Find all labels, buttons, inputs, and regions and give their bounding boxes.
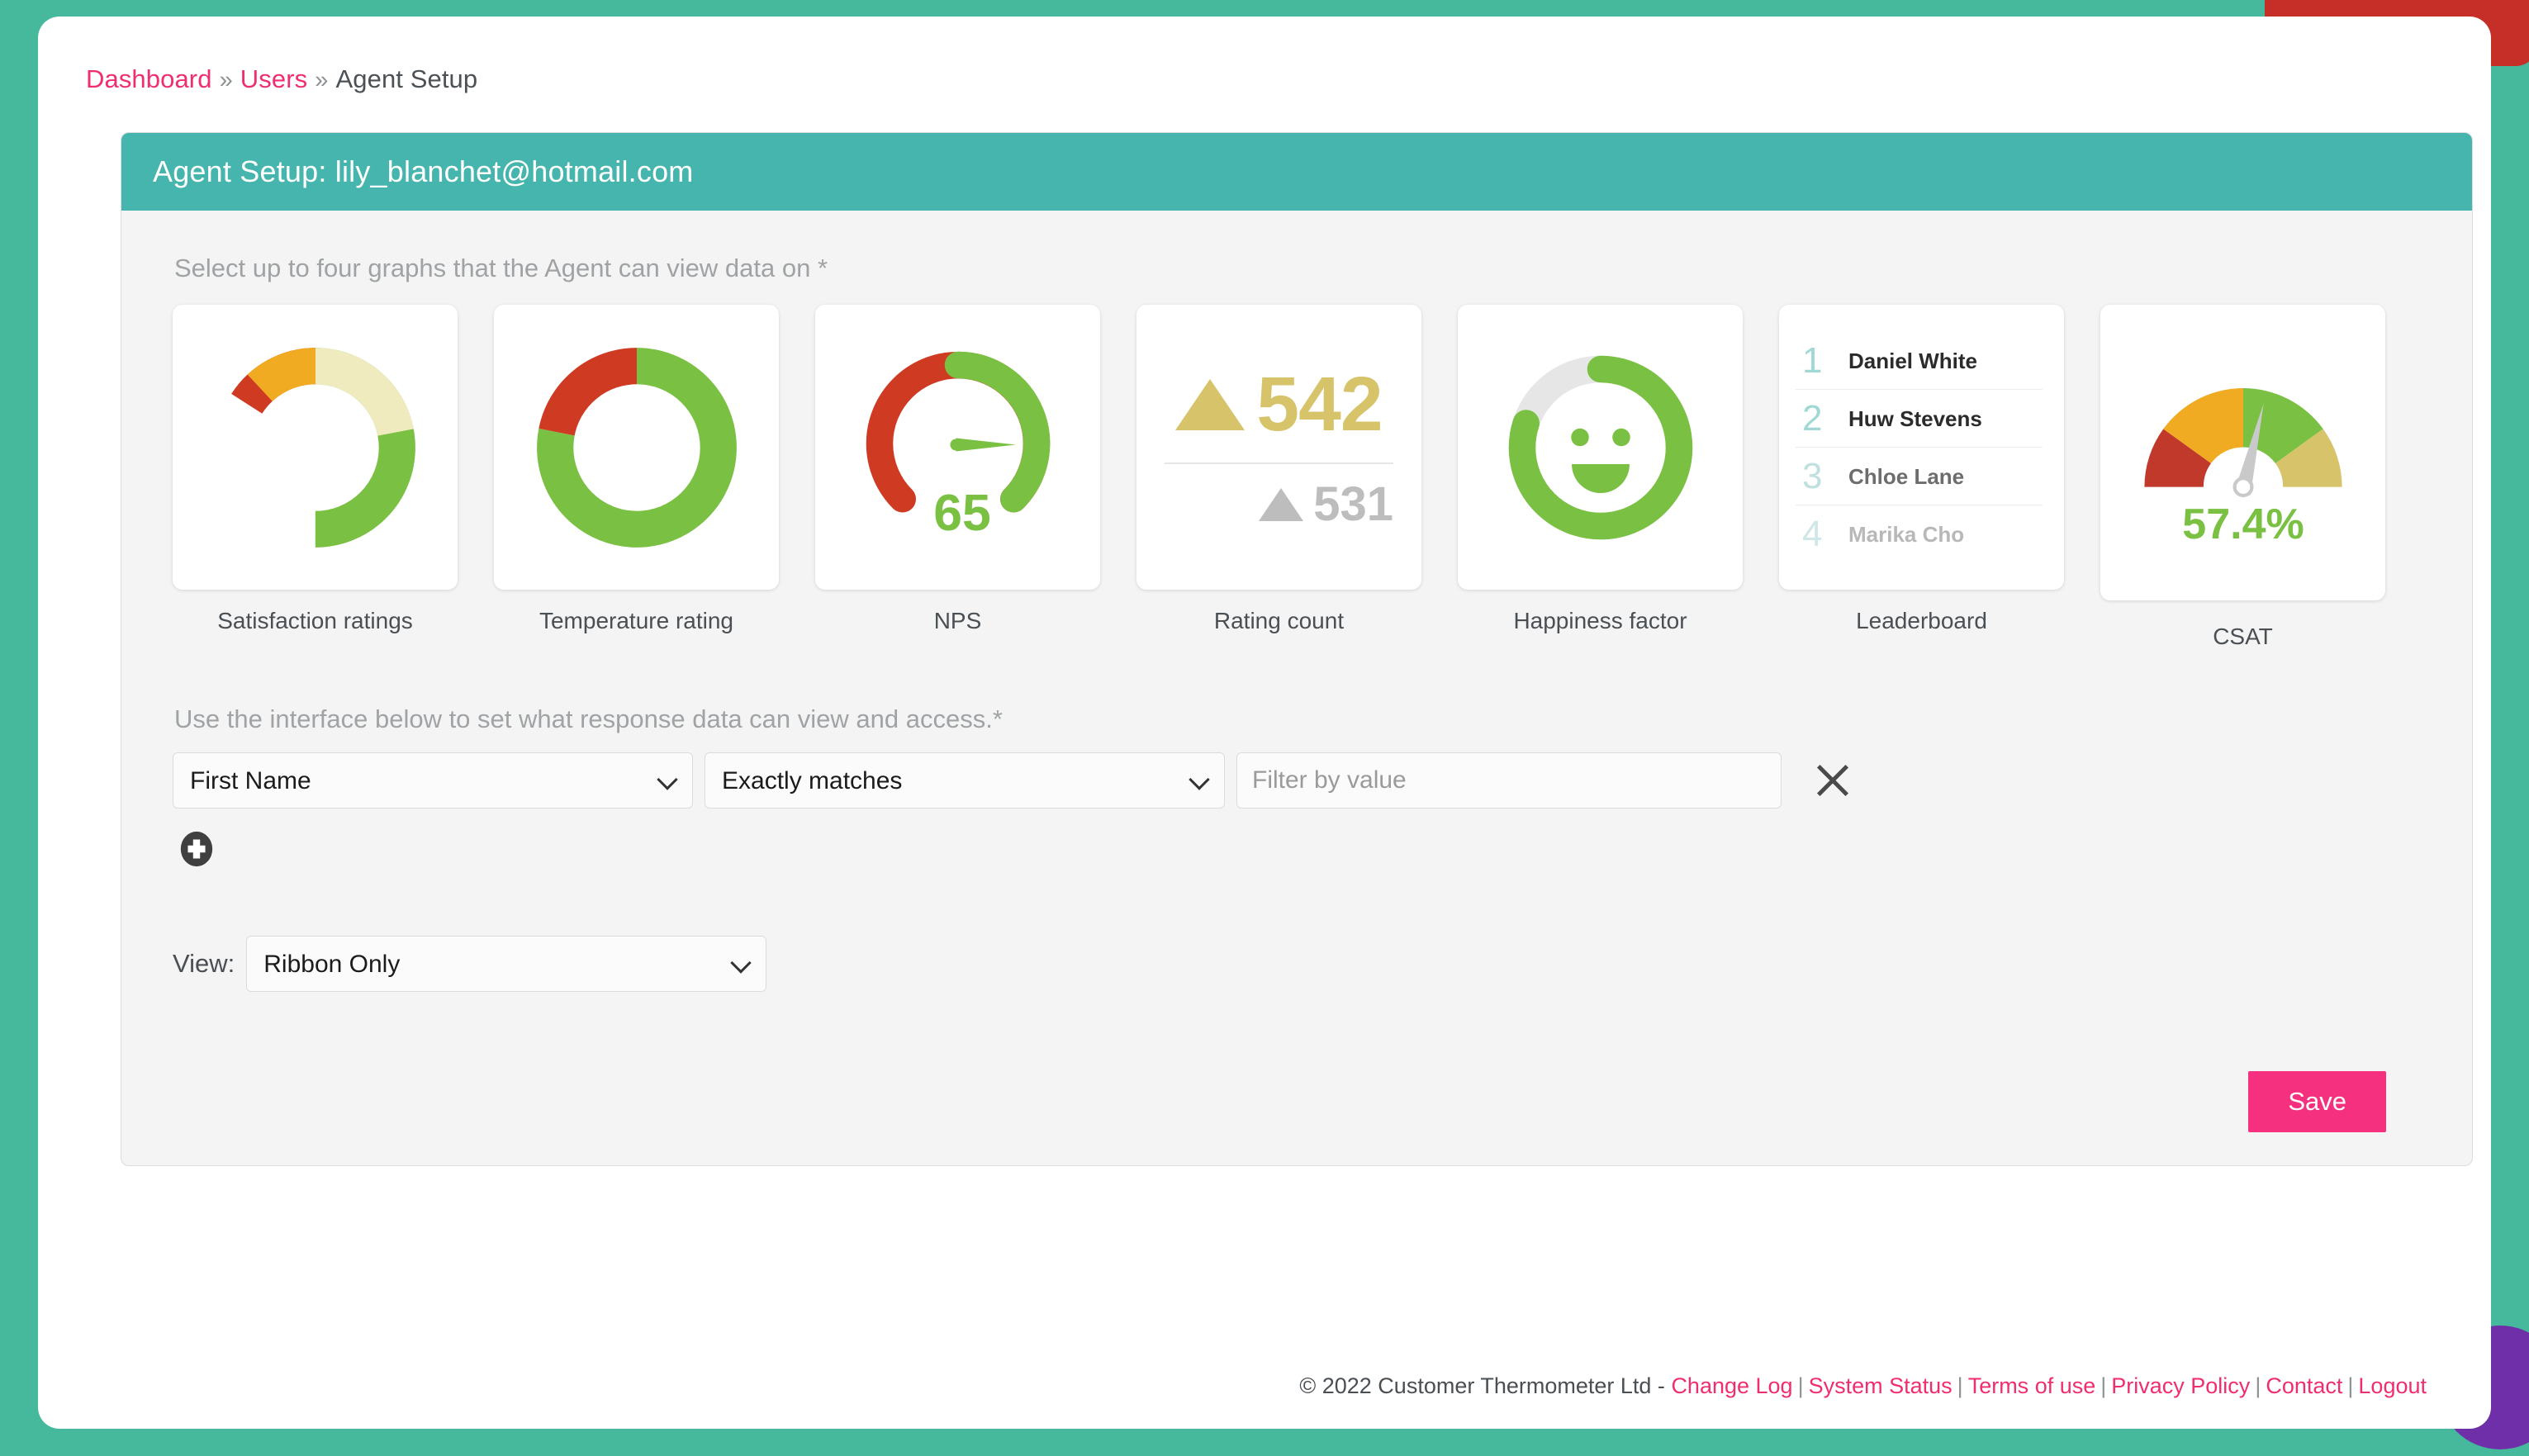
panel-body: Select up to four graphs that the Agent … bbox=[121, 211, 2472, 1165]
breadcrumb-link-users[interactable]: Users bbox=[240, 64, 307, 93]
leaderboard-widget: 1 Daniel White 2 Huw Stevens 3 Chloe Lan… bbox=[1779, 305, 2064, 590]
graph-thumbnail-temperature-rating[interactable] bbox=[494, 305, 779, 590]
save-row: Save bbox=[173, 1071, 2421, 1132]
graph-label-leaderboard: Leaderboard bbox=[1856, 608, 1987, 633]
half-gauge-icon: 57.4% bbox=[2143, 388, 2342, 548]
filter-instruction: Use the interface below to set what resp… bbox=[174, 704, 1003, 733]
graph-option-satisfaction-ratings[interactable]: Satisfaction ratings bbox=[173, 305, 458, 634]
view-row: View: Ribbon Only bbox=[173, 936, 2421, 992]
graph-label-nps: NPS bbox=[933, 608, 982, 633]
triangle-up-small-icon bbox=[1259, 488, 1304, 521]
graph-label-temperature-rating: Temperature rating bbox=[539, 608, 733, 633]
graph-thumbnail-rating-count[interactable]: 542 531 bbox=[1136, 305, 1421, 590]
filter-operator-select[interactable]: Exactly matches bbox=[705, 752, 1225, 809]
leaderboard-name: Marika Cho bbox=[1848, 521, 1965, 547]
leaderboard-rank: 1 bbox=[1802, 340, 1823, 381]
footer: © 2022 Customer Thermometer Ltd - Change… bbox=[1299, 1373, 2427, 1399]
add-filter-button[interactable] bbox=[178, 830, 216, 868]
graph-label-satisfaction-ratings: Satisfaction ratings bbox=[217, 608, 413, 633]
rating-count-secondary-row: 531 bbox=[1160, 481, 1398, 529]
breadcrumb-link-dashboard[interactable]: Dashboard bbox=[86, 64, 212, 93]
graph-thumbnail-leaderboard[interactable]: 1 Daniel White 2 Huw Stevens 3 Chloe Lan… bbox=[1779, 305, 2064, 590]
smiley-donut-icon bbox=[1508, 355, 1692, 539]
footer-link-change-log[interactable]: Change Log bbox=[1671, 1373, 1792, 1398]
leaderboard-rank: 3 bbox=[1802, 456, 1823, 496]
footer-divider: | bbox=[1797, 1373, 1804, 1398]
view-select-wrapper: Ribbon Only bbox=[246, 936, 767, 992]
graph-thumbnail-csat[interactable]: 57.4% bbox=[2100, 305, 2385, 600]
graph-option-nps[interactable]: 65 NPS bbox=[815, 305, 1100, 634]
page-container: Dashboard» Users» Agent Setup Agent Setup:… bbox=[38, 17, 2491, 1429]
graph-label-rating-count: Rating count bbox=[1213, 608, 1345, 633]
graph-label-csat: CSAT bbox=[2213, 624, 2273, 649]
graph-option-temperature-rating[interactable]: Temperature rating bbox=[494, 305, 779, 634]
filter-operator-wrapper: Exactly matches bbox=[705, 752, 1225, 809]
leaderboard-name: Huw Stevens bbox=[1848, 405, 1982, 431]
panel-title: Agent Setup: lily_blanchet@hotmail.com bbox=[121, 133, 2472, 211]
leaderboard-row: 3 Chloe Lane bbox=[1796, 448, 2043, 505]
graph-option-leaderboard[interactable]: 1 Daniel White 2 Huw Stevens 3 Chloe Lan… bbox=[1779, 305, 2064, 634]
graph-thumbnail-satisfaction-ratings[interactable] bbox=[173, 305, 458, 590]
filter-field-select[interactable]: First Name bbox=[173, 752, 693, 809]
filter-field-wrapper: First Name bbox=[173, 752, 693, 809]
graph-thumbnail-happiness-factor[interactable] bbox=[1458, 305, 1743, 590]
breadcrumb: Dashboard» Users» Agent Setup bbox=[86, 64, 477, 94]
leaderboard-name: Chloe Lane bbox=[1848, 463, 1965, 489]
footer-copyright: © 2022 Customer Thermometer Ltd - bbox=[1299, 1373, 1665, 1398]
breadcrumb-separator: » bbox=[219, 67, 233, 93]
view-label: View: bbox=[173, 949, 235, 978]
close-icon bbox=[1816, 764, 1849, 797]
footer-link-system-status[interactable]: System Status bbox=[1809, 1373, 1953, 1398]
leaderboard-row: 1 Daniel White bbox=[1796, 332, 2043, 390]
divider bbox=[1165, 462, 1393, 464]
footer-link-logout[interactable]: Logout bbox=[2358, 1373, 2427, 1398]
breadcrumb-separator-2: » bbox=[315, 67, 329, 93]
leaderboard-name: Daniel White bbox=[1848, 348, 1978, 373]
csat-value-text: 57.4% bbox=[2182, 500, 2304, 548]
footer-divider: | bbox=[1957, 1373, 1963, 1398]
donut-chart-icon bbox=[536, 347, 737, 548]
save-button[interactable]: Save bbox=[2248, 1071, 2386, 1132]
rating-count-widget: 542 531 bbox=[1136, 305, 1421, 590]
gauge-chart-icon: 65 bbox=[866, 351, 1050, 542]
breadcrumb-current: Agent Setup bbox=[335, 64, 478, 93]
leaderboard-rank: 2 bbox=[1802, 398, 1823, 439]
filter-value-input[interactable] bbox=[1236, 752, 1782, 809]
filter-row: First Name Exactly matches bbox=[173, 752, 2421, 809]
view-select[interactable]: Ribbon Only bbox=[246, 936, 767, 992]
graph-option-csat[interactable]: 57.4% CSAT bbox=[2100, 305, 2385, 650]
rating-count-secondary-value: 531 bbox=[1313, 477, 1393, 531]
leaderboard-row: 2 Huw Stevens bbox=[1796, 390, 2043, 448]
rating-count-primary-row: 542 bbox=[1160, 366, 1398, 443]
graph-chooser: Satisfaction ratings Temperature rating bbox=[173, 305, 2421, 650]
footer-link-privacy-policy[interactable]: Privacy Policy bbox=[2111, 1373, 2250, 1398]
footer-divider: | bbox=[2347, 1373, 2354, 1398]
rating-count-primary-value: 542 bbox=[1256, 361, 1383, 447]
triangle-up-icon bbox=[1175, 378, 1246, 430]
graph-label-happiness-factor: Happiness factor bbox=[1513, 608, 1687, 633]
graph-thumbnail-nps[interactable]: 65 bbox=[815, 305, 1100, 590]
leaderboard-row: 4 Marika Cho bbox=[1796, 505, 2043, 562]
remove-filter-icon[interactable] bbox=[1811, 759, 1854, 802]
footer-link-terms-of-use[interactable]: Terms of use bbox=[1968, 1373, 2096, 1398]
donut-chart-icon bbox=[215, 347, 415, 548]
graphs-instruction: Select up to four graphs that the Agent … bbox=[174, 254, 828, 282]
graph-option-rating-count[interactable]: 542 531 Rating count bbox=[1136, 305, 1421, 634]
footer-divider: | bbox=[2255, 1373, 2261, 1398]
agent-setup-panel: Agent Setup: lily_blanchet@hotmail.com S… bbox=[121, 132, 2473, 1166]
graph-option-happiness-factor[interactable]: Happiness factor bbox=[1458, 305, 1743, 634]
plus-circle-icon bbox=[180, 831, 213, 867]
nps-value-text: 65 bbox=[933, 484, 991, 542]
footer-link-contact[interactable]: Contact bbox=[2266, 1373, 2342, 1398]
leaderboard-rank: 4 bbox=[1802, 514, 1823, 554]
footer-divider: | bbox=[2100, 1373, 2107, 1398]
